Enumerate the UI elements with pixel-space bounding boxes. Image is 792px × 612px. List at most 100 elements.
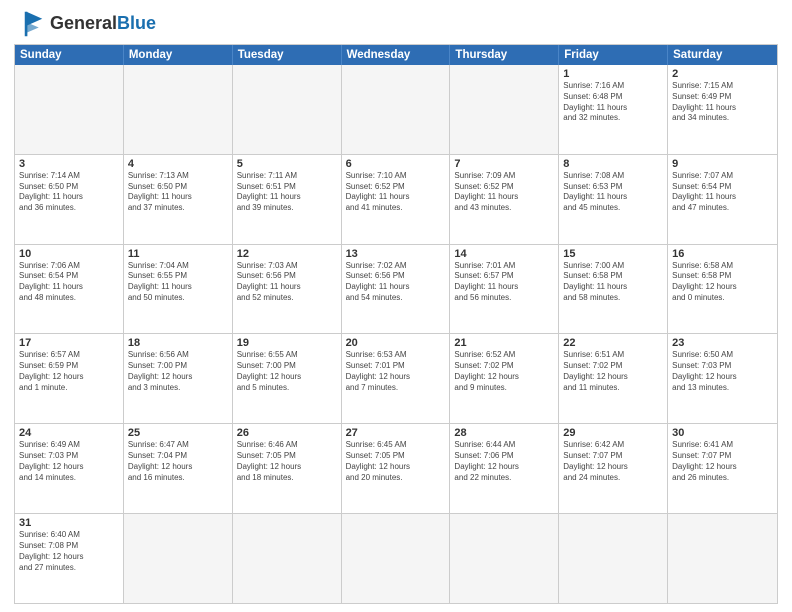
day-cell-6: 6Sunrise: 7:10 AM Sunset: 6:52 PM Daylig… (342, 155, 451, 244)
day-cell-empty (342, 65, 451, 154)
day-cell-5: 5Sunrise: 7:11 AM Sunset: 6:51 PM Daylig… (233, 155, 342, 244)
day-number: 20 (346, 337, 446, 349)
day-cell-13: 13Sunrise: 7:02 AM Sunset: 6:56 PM Dayli… (342, 245, 451, 334)
day-info: Sunrise: 7:16 AM Sunset: 6:48 PM Dayligh… (563, 81, 663, 124)
week-row-3: 17Sunrise: 6:57 AM Sunset: 6:59 PM Dayli… (15, 334, 777, 424)
day-cell-2: 2Sunrise: 7:15 AM Sunset: 6:49 PM Daylig… (668, 65, 777, 154)
day-info: Sunrise: 6:42 AM Sunset: 7:07 PM Dayligh… (563, 440, 663, 483)
day-number: 9 (672, 158, 773, 170)
day-number: 17 (19, 337, 119, 349)
day-cell-25: 25Sunrise: 6:47 AM Sunset: 7:04 PM Dayli… (124, 424, 233, 513)
calendar: SundayMondayTuesdayWednesdayThursdayFrid… (14, 44, 778, 604)
day-number: 31 (19, 517, 119, 529)
day-number: 27 (346, 427, 446, 439)
day-info: Sunrise: 6:49 AM Sunset: 7:03 PM Dayligh… (19, 440, 119, 483)
day-cell-14: 14Sunrise: 7:01 AM Sunset: 6:57 PM Dayli… (450, 245, 559, 334)
day-number: 10 (19, 248, 119, 260)
day-info: Sunrise: 6:46 AM Sunset: 7:05 PM Dayligh… (237, 440, 337, 483)
day-number: 26 (237, 427, 337, 439)
day-cell-3: 3Sunrise: 7:14 AM Sunset: 6:50 PM Daylig… (15, 155, 124, 244)
day-header-tuesday: Tuesday (233, 45, 342, 65)
day-info: Sunrise: 7:13 AM Sunset: 6:50 PM Dayligh… (128, 171, 228, 214)
week-row-5: 31Sunrise: 6:40 AM Sunset: 7:08 PM Dayli… (15, 514, 777, 603)
week-row-1: 3Sunrise: 7:14 AM Sunset: 6:50 PM Daylig… (15, 155, 777, 245)
day-number: 6 (346, 158, 446, 170)
day-number: 3 (19, 158, 119, 170)
day-info: Sunrise: 6:52 AM Sunset: 7:02 PM Dayligh… (454, 350, 554, 393)
day-number: 16 (672, 248, 773, 260)
week-row-2: 10Sunrise: 7:06 AM Sunset: 6:54 PM Dayli… (15, 245, 777, 335)
day-info: Sunrise: 6:44 AM Sunset: 7:06 PM Dayligh… (454, 440, 554, 483)
day-info: Sunrise: 7:01 AM Sunset: 6:57 PM Dayligh… (454, 261, 554, 304)
page: GeneralBlue SundayMondayTuesdayWednesday… (0, 0, 792, 612)
day-cell-21: 21Sunrise: 6:52 AM Sunset: 7:02 PM Dayli… (450, 334, 559, 423)
day-cell-22: 22Sunrise: 6:51 AM Sunset: 7:02 PM Dayli… (559, 334, 668, 423)
day-number: 19 (237, 337, 337, 349)
day-number: 8 (563, 158, 663, 170)
logo-text: GeneralBlue (50, 13, 156, 35)
day-info: Sunrise: 6:56 AM Sunset: 7:00 PM Dayligh… (128, 350, 228, 393)
day-cell-18: 18Sunrise: 6:56 AM Sunset: 7:00 PM Dayli… (124, 334, 233, 423)
logo: GeneralBlue (14, 10, 156, 38)
day-header-monday: Monday (124, 45, 233, 65)
day-info: Sunrise: 7:06 AM Sunset: 6:54 PM Dayligh… (19, 261, 119, 304)
day-header-saturday: Saturday (668, 45, 777, 65)
day-cell-empty (124, 65, 233, 154)
day-cell-empty (124, 514, 233, 603)
day-cell-30: 30Sunrise: 6:41 AM Sunset: 7:07 PM Dayli… (668, 424, 777, 513)
day-cell-23: 23Sunrise: 6:50 AM Sunset: 7:03 PM Dayli… (668, 334, 777, 423)
day-info: Sunrise: 7:14 AM Sunset: 6:50 PM Dayligh… (19, 171, 119, 214)
day-cell-4: 4Sunrise: 7:13 AM Sunset: 6:50 PM Daylig… (124, 155, 233, 244)
day-info: Sunrise: 7:10 AM Sunset: 6:52 PM Dayligh… (346, 171, 446, 214)
day-info: Sunrise: 6:40 AM Sunset: 7:08 PM Dayligh… (19, 530, 119, 573)
day-info: Sunrise: 6:58 AM Sunset: 6:58 PM Dayligh… (672, 261, 773, 304)
day-info: Sunrise: 6:51 AM Sunset: 7:02 PM Dayligh… (563, 350, 663, 393)
day-header-thursday: Thursday (450, 45, 559, 65)
day-number: 2 (672, 68, 773, 80)
day-cell-24: 24Sunrise: 6:49 AM Sunset: 7:03 PM Dayli… (15, 424, 124, 513)
week-row-0: 1Sunrise: 7:16 AM Sunset: 6:48 PM Daylig… (15, 65, 777, 155)
day-cell-empty (15, 65, 124, 154)
day-number: 29 (563, 427, 663, 439)
day-info: Sunrise: 6:45 AM Sunset: 7:05 PM Dayligh… (346, 440, 446, 483)
day-cell-28: 28Sunrise: 6:44 AM Sunset: 7:06 PM Dayli… (450, 424, 559, 513)
day-info: Sunrise: 6:57 AM Sunset: 6:59 PM Dayligh… (19, 350, 119, 393)
day-info: Sunrise: 7:11 AM Sunset: 6:51 PM Dayligh… (237, 171, 337, 214)
day-number: 12 (237, 248, 337, 260)
day-cell-empty (450, 65, 559, 154)
day-cell-10: 10Sunrise: 7:06 AM Sunset: 6:54 PM Dayli… (15, 245, 124, 334)
day-cell-empty (233, 514, 342, 603)
day-cell-11: 11Sunrise: 7:04 AM Sunset: 6:55 PM Dayli… (124, 245, 233, 334)
day-number: 4 (128, 158, 228, 170)
day-cell-17: 17Sunrise: 6:57 AM Sunset: 6:59 PM Dayli… (15, 334, 124, 423)
logo-icon (14, 10, 46, 38)
day-header-friday: Friday (559, 45, 668, 65)
day-number: 25 (128, 427, 228, 439)
day-number: 22 (563, 337, 663, 349)
day-cell-16: 16Sunrise: 6:58 AM Sunset: 6:58 PM Dayli… (668, 245, 777, 334)
calendar-body: 1Sunrise: 7:16 AM Sunset: 6:48 PM Daylig… (15, 65, 777, 603)
day-number: 5 (237, 158, 337, 170)
day-info: Sunrise: 7:09 AM Sunset: 6:52 PM Dayligh… (454, 171, 554, 214)
day-number: 13 (346, 248, 446, 260)
day-info: Sunrise: 6:50 AM Sunset: 7:03 PM Dayligh… (672, 350, 773, 393)
day-cell-9: 9Sunrise: 7:07 AM Sunset: 6:54 PM Daylig… (668, 155, 777, 244)
day-number: 7 (454, 158, 554, 170)
day-cell-empty (450, 514, 559, 603)
day-info: Sunrise: 6:55 AM Sunset: 7:00 PM Dayligh… (237, 350, 337, 393)
day-number: 11 (128, 248, 228, 260)
day-cell-7: 7Sunrise: 7:09 AM Sunset: 6:52 PM Daylig… (450, 155, 559, 244)
day-cell-8: 8Sunrise: 7:08 AM Sunset: 6:53 PM Daylig… (559, 155, 668, 244)
day-cell-29: 29Sunrise: 6:42 AM Sunset: 7:07 PM Dayli… (559, 424, 668, 513)
day-info: Sunrise: 7:07 AM Sunset: 6:54 PM Dayligh… (672, 171, 773, 214)
day-number: 14 (454, 248, 554, 260)
day-number: 1 (563, 68, 663, 80)
day-cell-19: 19Sunrise: 6:55 AM Sunset: 7:00 PM Dayli… (233, 334, 342, 423)
day-info: Sunrise: 7:03 AM Sunset: 6:56 PM Dayligh… (237, 261, 337, 304)
day-info: Sunrise: 7:08 AM Sunset: 6:53 PM Dayligh… (563, 171, 663, 214)
day-number: 21 (454, 337, 554, 349)
day-cell-empty (342, 514, 451, 603)
day-info: Sunrise: 7:00 AM Sunset: 6:58 PM Dayligh… (563, 261, 663, 304)
day-header-sunday: Sunday (15, 45, 124, 65)
week-row-4: 24Sunrise: 6:49 AM Sunset: 7:03 PM Dayli… (15, 424, 777, 514)
